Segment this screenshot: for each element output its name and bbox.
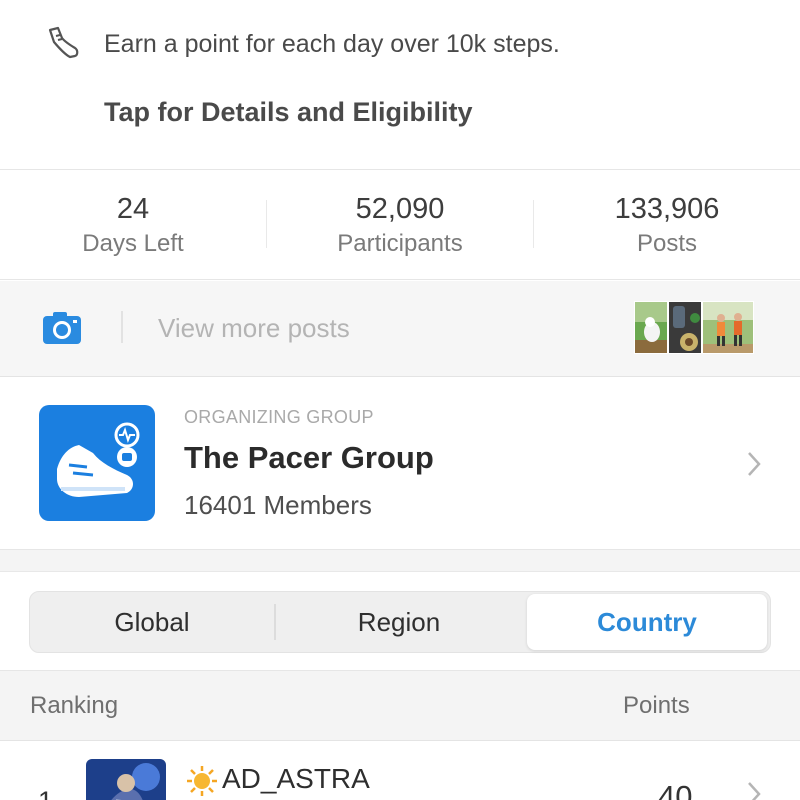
section-gap — [0, 550, 800, 572]
post-thumbnails[interactable] — [634, 301, 754, 354]
challenge-rule-section[interactable]: Earn a point for each day over 10k steps… — [0, 0, 800, 170]
stat-value: 133,906 — [614, 193, 720, 225]
scope-segmented-control[interactable]: Global Region Country — [29, 591, 771, 653]
view-more-posts-link[interactable]: View more posts — [158, 313, 350, 344]
leaderboard-scope-area: Global Region Country — [0, 572, 800, 671]
points-column-label: Points — [623, 692, 690, 719]
sneaker-icon — [48, 26, 79, 59]
stat-label: Participants — [337, 230, 463, 257]
stat-value: 52,090 — [355, 193, 445, 225]
segment-country[interactable]: Country — [527, 594, 767, 650]
stat-label: Days Left — [82, 230, 184, 257]
sun-icon — [187, 766, 217, 796]
avatar[interactable] — [86, 759, 166, 800]
organizer-name: The Pacer Group — [184, 440, 434, 475]
stat-days-left: 24 Days Left — [0, 190, 266, 259]
stat-value: 24 — [116, 193, 150, 225]
ranking-row[interactable]: 1 AD_ASTRA 40 — [0, 741, 800, 800]
challenge-stats: 24 Days Left 52,090 Participants 133,906… — [0, 170, 800, 280]
camera-icon[interactable] — [42, 311, 82, 345]
posts-divider — [121, 311, 123, 343]
ranking-points: 40 — [658, 779, 693, 800]
organizer-members-count: 16401 Members — [184, 490, 372, 520]
segment-global[interactable]: Global — [30, 592, 274, 652]
segment-region[interactable]: Region — [276, 592, 522, 652]
thumbnail-dog[interactable] — [634, 301, 668, 354]
ranking-column-label: Ranking — [30, 692, 119, 719]
chevron-right-icon[interactable] — [744, 779, 764, 800]
chevron-right-icon[interactable] — [744, 449, 764, 479]
stat-posts: 133,906 Posts — [534, 190, 800, 259]
ranking-user-name: AD_ASTRA — [222, 763, 370, 794]
pacer-shoe-logo-icon — [39, 405, 155, 521]
organizing-group-card[interactable]: ORGANIZING GROUP The Pacer Group 16401 M… — [0, 377, 800, 550]
details-eligibility-link[interactable]: Tap for Details and Eligibility — [104, 97, 473, 128]
stat-participants: 52,090 Participants — [267, 190, 533, 259]
rank-number: 1 — [38, 786, 53, 800]
thumbnail-food[interactable] — [668, 301, 702, 354]
organizing-group-caption: ORGANIZING GROUP — [184, 407, 374, 427]
rule-description: Earn a point for each day over 10k steps… — [104, 30, 560, 58]
stat-label: Posts — [636, 230, 698, 257]
posts-bar[interactable]: View more posts — [0, 281, 800, 377]
ranking-header: Ranking Points — [0, 671, 800, 741]
thumbnail-runners[interactable] — [702, 301, 754, 354]
